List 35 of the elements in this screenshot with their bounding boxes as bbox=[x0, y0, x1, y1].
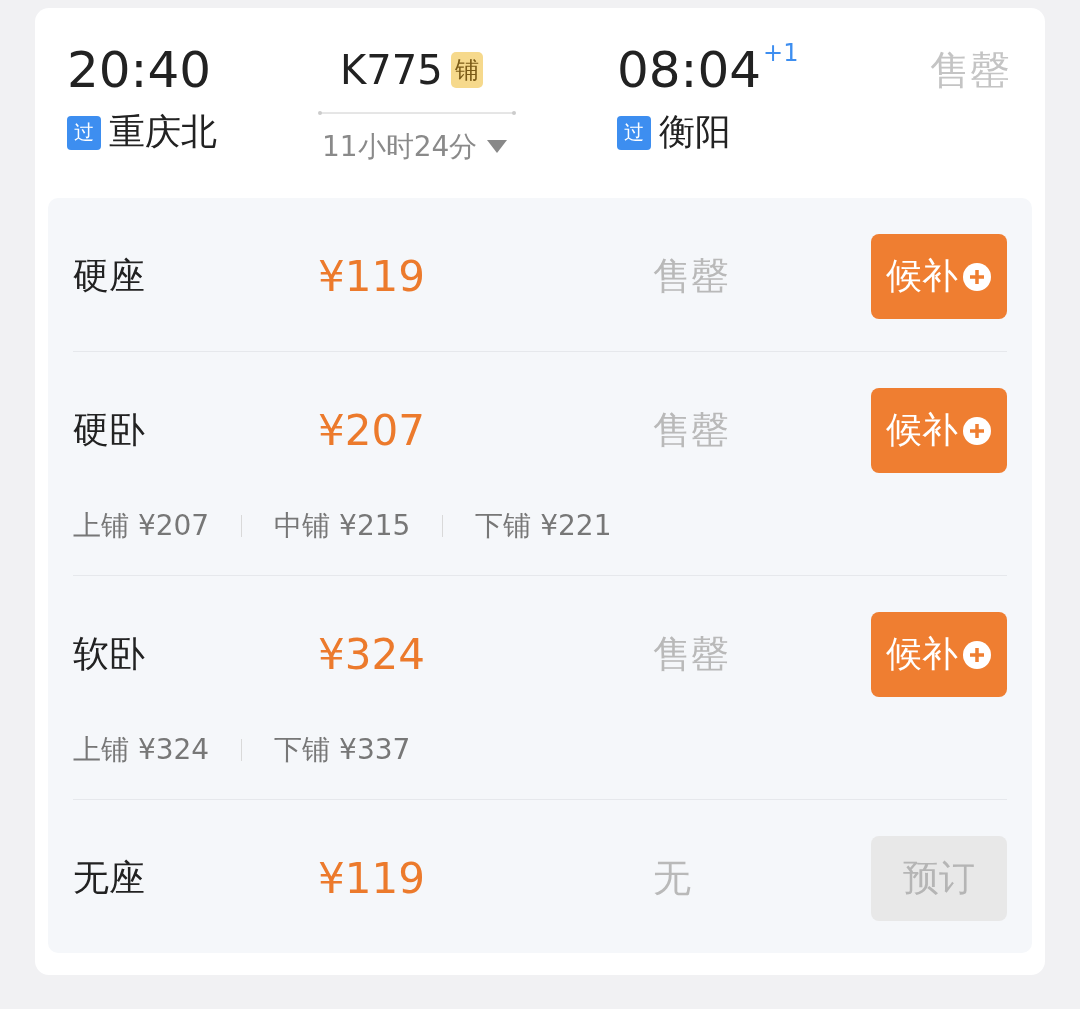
berth-price: 下铺 ¥221 bbox=[475, 508, 612, 544]
pass-through-tag: 过 bbox=[67, 115, 101, 150]
day-offset: +1 bbox=[763, 38, 799, 68]
seat-type: 无座 bbox=[73, 856, 146, 900]
sleeper-badge: 铺 bbox=[450, 52, 483, 88]
seat-type: 硬卧 bbox=[73, 408, 146, 452]
seat-price: ¥207 bbox=[318, 406, 426, 455]
seat-type: 软卧 bbox=[73, 632, 146, 676]
waitlist-button[interactable]: 候补 bbox=[871, 234, 1007, 319]
seat-price: ¥119 bbox=[318, 854, 426, 903]
pass-through-tag: 过 bbox=[617, 115, 651, 150]
availability: 无 bbox=[653, 855, 692, 902]
train-number: K775 bbox=[340, 47, 443, 93]
waitlist-button[interactable]: 候补 bbox=[871, 388, 1007, 473]
departure-station: 重庆北 bbox=[109, 110, 217, 154]
plus-circle-icon bbox=[962, 415, 992, 446]
seat-price: ¥119 bbox=[318, 252, 426, 301]
berth-price: 中铺 ¥215 bbox=[274, 508, 411, 544]
departure-time: 20:40 bbox=[67, 40, 213, 101]
availability: 售罄 bbox=[653, 407, 730, 454]
seat-price: ¥324 bbox=[318, 630, 426, 679]
plus-circle-icon bbox=[962, 639, 992, 670]
waitlist-button[interactable]: 候补 bbox=[871, 612, 1007, 697]
caret-down-icon[interactable] bbox=[487, 140, 508, 154]
berth-price: 下铺 ¥337 bbox=[274, 732, 411, 768]
arrival-station: 衡阳 bbox=[659, 110, 731, 154]
seat-type: 硬座 bbox=[73, 254, 146, 298]
plus-circle-icon bbox=[962, 261, 992, 292]
arrival-time: 08:04 bbox=[617, 40, 762, 101]
duration: 11小时24分 bbox=[322, 129, 478, 165]
availability: 售罄 bbox=[653, 631, 730, 678]
berth-price: 上铺 ¥207 bbox=[73, 508, 210, 544]
berth-price: 上铺 ¥324 bbox=[73, 732, 210, 768]
availability: 售罄 bbox=[653, 253, 730, 300]
train-status: 售罄 bbox=[930, 46, 1011, 95]
